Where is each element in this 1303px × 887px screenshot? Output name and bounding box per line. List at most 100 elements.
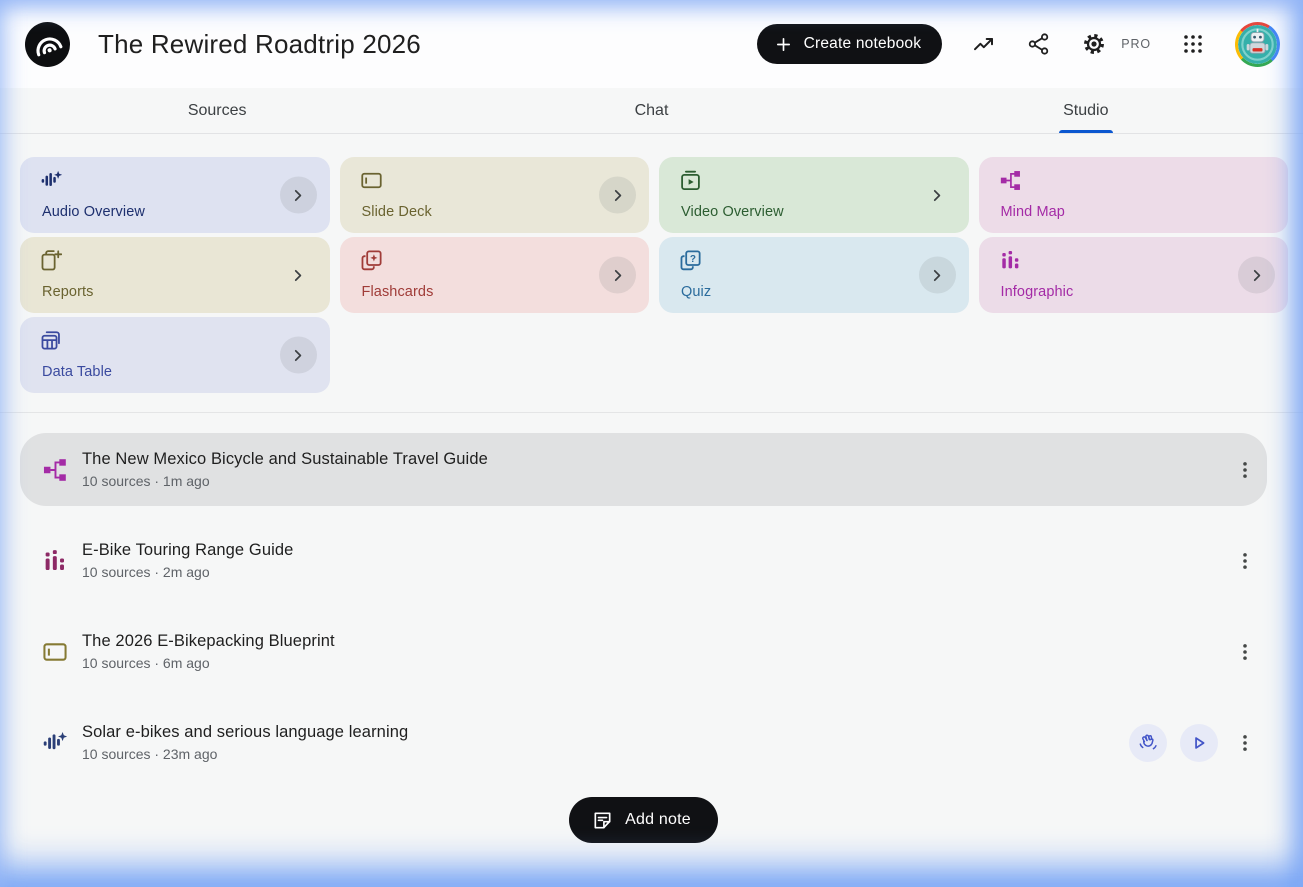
play-audio-button[interactable] [1180,723,1218,762]
item-title: E-Bike Touring Range Guide [82,541,294,559]
chevron-right-icon [933,189,941,201]
slide-deck-icon [360,170,382,191]
mind-map-icon [42,457,68,482]
studio-card-infographic[interactable]: Infographic [978,237,1288,313]
studio-card-label: Flashcards [361,284,434,300]
apps-grid-icon [1184,35,1202,53]
avatar-robot-image [1238,24,1277,64]
settings-button[interactable] [1081,31,1107,57]
more-options-button[interactable] [1231,723,1259,763]
gear-icon [1084,34,1105,54]
studio-card-label: Reports [42,284,94,300]
item-meta: 10 sources · 6m ago [82,655,210,671]
studio-card-mind-map[interactable]: Mind Map [978,157,1288,233]
chevron-right-icon [294,269,302,281]
chevron-right-icon [294,349,302,361]
studio-card-label: Data Table [42,364,113,380]
panel-tabbar: Sources Chat Studio [0,88,1303,133]
studio-card-label: Video Overview [681,204,784,220]
interactive-mode-hand-icon [1139,733,1157,749]
tabbar-divider [0,133,1303,134]
tab-studio[interactable]: Studio [869,88,1303,133]
tab-studio-label: Studio [1063,101,1109,119]
tab-chat[interactable]: Chat [434,88,868,133]
studio-card-audio-overview[interactable]: Audio Overview [20,157,330,233]
tab-chat-label: Chat [634,101,669,119]
list-item-audio-overview[interactable]: Solar e-bikes and serious language learn… [20,706,1267,779]
studio-card-label: Audio Overview [42,204,145,220]
more-options-button[interactable] [1231,541,1259,581]
chevron-right-icon [1253,269,1260,281]
notebook-title[interactable]: The Rewired Roadtrip 2026 [98,29,421,60]
play-icon [1195,736,1205,749]
studio-card-slide-deck[interactable]: Slide Deck [339,157,649,233]
pro-badge: PRO [1121,37,1151,51]
studio-card-flashcards[interactable]: Flashcards [339,237,649,313]
infographic-icon [1000,250,1021,271]
chevron-right-icon [294,189,302,201]
studio-card-quiz[interactable]: Quiz [659,237,969,313]
item-meta: 10 sources · 23m ago [82,746,218,762]
slide-deck-chevron-button[interactable] [599,176,636,214]
audio-waveform-sparkle-icon [42,731,68,755]
flashcards-icon [361,250,382,271]
audio-waveform-sparkle-icon [41,170,62,191]
tab-sources[interactable]: Sources [0,88,434,133]
list-item-slide-deck[interactable]: The 2026 E-Bikepacking Blueprint 10 sour… [20,615,1267,688]
tab-sources-label: Sources [187,101,247,119]
studio-output-list: The New Mexico Bicycle and Sustainable T… [0,413,1303,843]
audio-overview-chevron-button[interactable] [279,176,317,214]
studio-card-label: Quiz [681,284,712,300]
notebooklm-logo-icon[interactable] [25,21,70,67]
video-overview-icon [680,170,701,191]
quiz-chevron-button[interactable] [918,256,956,294]
add-note-button[interactable]: Add note [569,797,718,843]
kebab-menu-icon [1243,734,1247,751]
infographic-chevron-button[interactable] [1238,256,1275,294]
chevron-right-icon [614,269,621,281]
header-actions: Create notebook PRO [756,21,1280,67]
add-note-label: Add note [625,811,691,828]
interactive-mode-button[interactable] [1129,723,1167,762]
share-button[interactable] [1026,31,1052,57]
quiz-icon [680,250,701,271]
google-apps-button[interactable] [1180,31,1206,57]
account-avatar[interactable] [1235,21,1280,67]
data-table-chevron-button[interactable] [279,336,317,374]
studio-card-reports[interactable]: Reports [20,237,330,313]
studio-card-video-overview[interactable]: Video Overview [659,157,969,233]
item-meta: 10 sources · 1m ago [82,473,210,489]
app-header: The Rewired Roadtrip 2026 Create noteboo… [0,0,1303,88]
video-overview-chevron-button[interactable] [919,177,956,214]
more-options-button[interactable] [1231,632,1259,672]
note-icon [594,811,611,829]
item-title: The 2026 E-Bikepacking Blueprint [82,632,335,650]
list-item-infographic[interactable]: E-Bike Touring Range Guide 10 sources · … [20,524,1267,597]
slide-deck-icon [42,640,68,664]
create-notebook-label: Create notebook [803,35,922,52]
mind-map-icon [999,170,1021,191]
studio-card-grid: Audio Overview Slide Deck Video Overview… [20,157,1288,393]
kebab-menu-icon [1243,643,1247,660]
analytics-button[interactable] [971,31,997,57]
studio-card-label: Slide Deck [361,204,432,220]
studio-card-label: Infographic [1000,284,1074,300]
infographic-icon [42,549,68,573]
flashcards-chevron-button[interactable] [599,256,636,294]
more-options-button[interactable] [1231,450,1259,490]
active-tab-underline [1058,130,1113,133]
item-title: The New Mexico Bicycle and Sustainable T… [82,450,488,468]
item-meta: 10 sources · 2m ago [82,564,210,580]
chevron-right-icon [933,269,941,281]
plus-icon [776,37,790,51]
kebab-menu-icon [1243,461,1247,478]
studio-card-data-table[interactable]: Data Table [20,317,330,393]
reports-icon [41,250,62,271]
create-notebook-button[interactable]: Create notebook [756,24,943,64]
reports-chevron-button[interactable] [280,257,317,294]
kebab-menu-icon [1243,552,1247,569]
share-icon [1029,33,1049,55]
list-item-mind-map[interactable]: The New Mexico Bicycle and Sustainable T… [20,433,1267,506]
studio-card-label: Mind Map [1000,204,1065,220]
item-title: Solar e-bikes and serious language learn… [82,723,409,741]
